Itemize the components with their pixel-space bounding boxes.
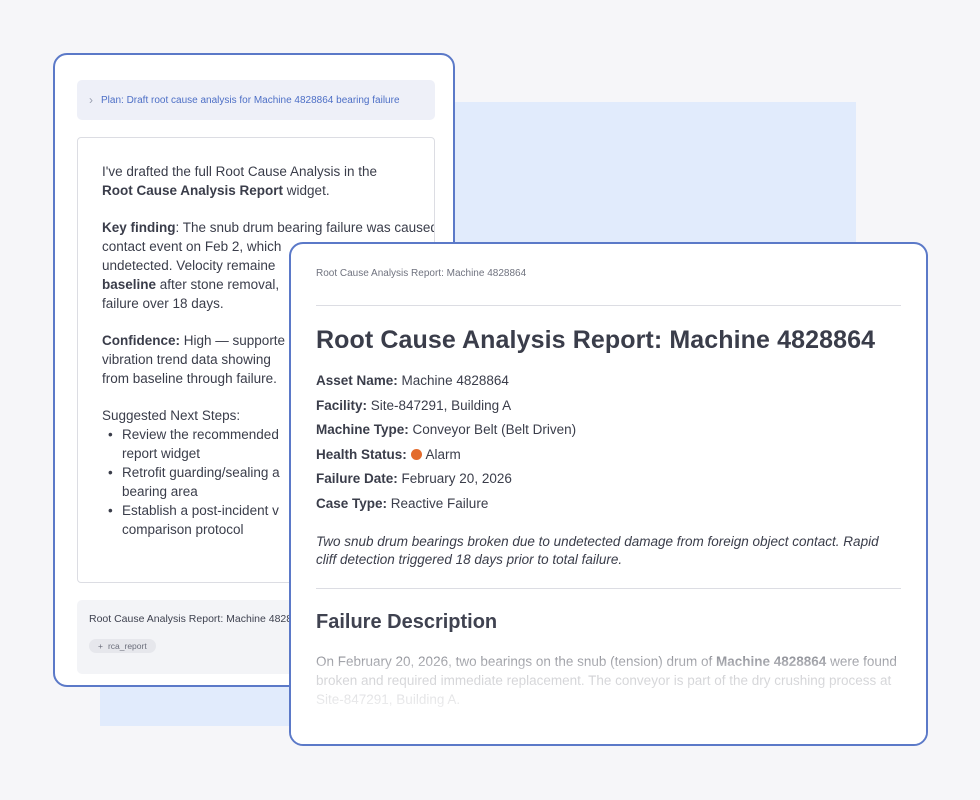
intro-paragraph: I've drafted the full Root Cause Analysi… <box>102 164 377 198</box>
field-facility: Facility: Site-847291, Building A <box>316 397 512 413</box>
chevron-right-icon: › <box>89 93 93 107</box>
section-title: Failure Description <box>316 610 498 633</box>
field-asset-name: Asset Name: Machine 4828864 <box>316 373 509 388</box>
plan-disclosure[interactable]: › Plan: Draft root cause analysis for Ma… <box>77 80 435 120</box>
divider <box>316 305 901 306</box>
divider <box>316 587 901 589</box>
plan-label: Plan: Draft root cause analysis for Mach… <box>101 94 400 106</box>
failure-description: On February 20, 2026, two bearings on th… <box>316 653 897 707</box>
plus-icon: + <box>98 641 103 651</box>
report-summary: Two snub drum bearings broken due to und… <box>316 533 879 568</box>
field-machine-type: Machine Type: Conveyor Belt (Belt Driven… <box>316 422 577 438</box>
widget-tag: + rca_report <box>89 639 156 653</box>
status-badge: Alarm <box>425 446 461 462</box>
asset-details: Asset Name: Machine 4828864 Facility: Si… <box>316 369 901 517</box>
status-dot-icon <box>410 448 422 460</box>
report-title: Root Cause Analysis Report: Machine 4828… <box>316 326 876 354</box>
report-breadcrumb: Root Cause Analysis Report: Machine 4828… <box>316 268 527 279</box>
field-failure-date: Failure Date: February 20, 2026 <box>316 471 512 487</box>
field-health-status: Health Status: Alarm <box>316 446 461 462</box>
report-widget: Root Cause Analysis Report: Machine 4828… <box>289 242 928 746</box>
field-case-type: Case Type: Reactive Failure <box>316 495 489 511</box>
